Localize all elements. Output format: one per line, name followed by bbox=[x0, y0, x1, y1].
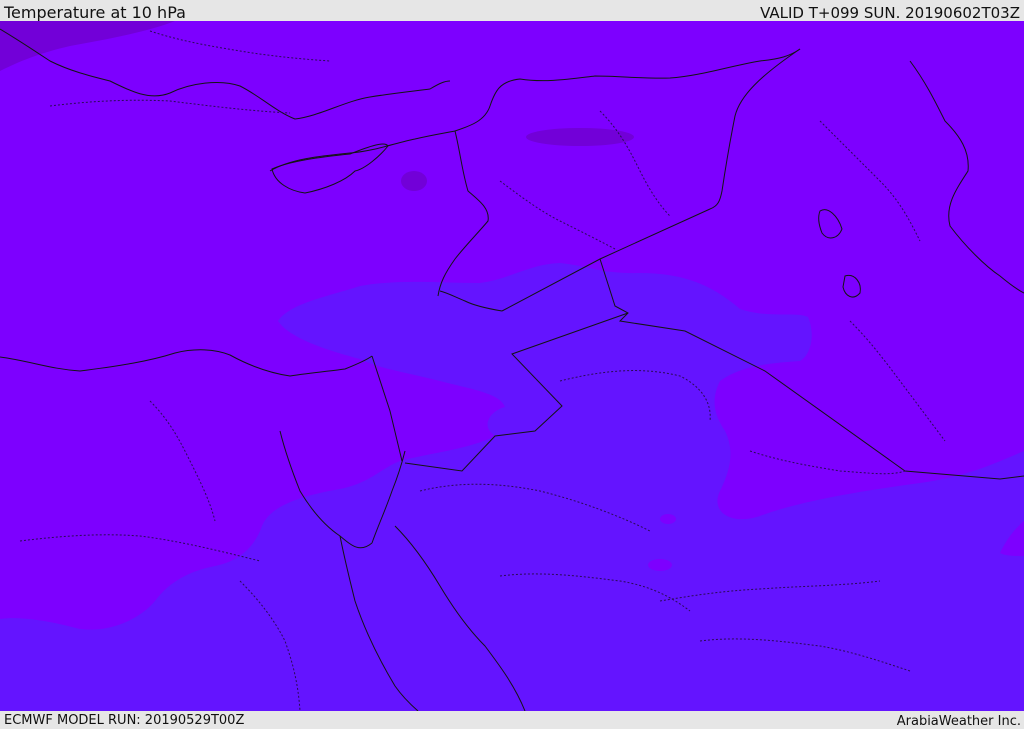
warmest-patch bbox=[526, 128, 634, 146]
map-frame: Temperature at 10 hPa VALID T+099 SUN. 2… bbox=[0, 0, 1024, 729]
footer-bar: ECMWF MODEL RUN: 20190529T00Z ArabiaWeat… bbox=[0, 711, 1024, 729]
valid-time-label: VALID T+099 SUN. 20190602T03Z bbox=[760, 4, 1020, 22]
credit-label: ArabiaWeather Inc. bbox=[896, 714, 1021, 729]
map-title: Temperature at 10 hPa bbox=[4, 3, 186, 22]
warmest-patch bbox=[401, 171, 427, 191]
temperature-map[interactable] bbox=[0, 21, 1024, 711]
warm-spot bbox=[648, 559, 672, 571]
warm-spot bbox=[660, 514, 676, 524]
model-run-label: ECMWF MODEL RUN: 20190529T00Z bbox=[4, 713, 245, 728]
header-bar: Temperature at 10 hPa VALID T+099 SUN. 2… bbox=[0, 0, 1024, 22]
